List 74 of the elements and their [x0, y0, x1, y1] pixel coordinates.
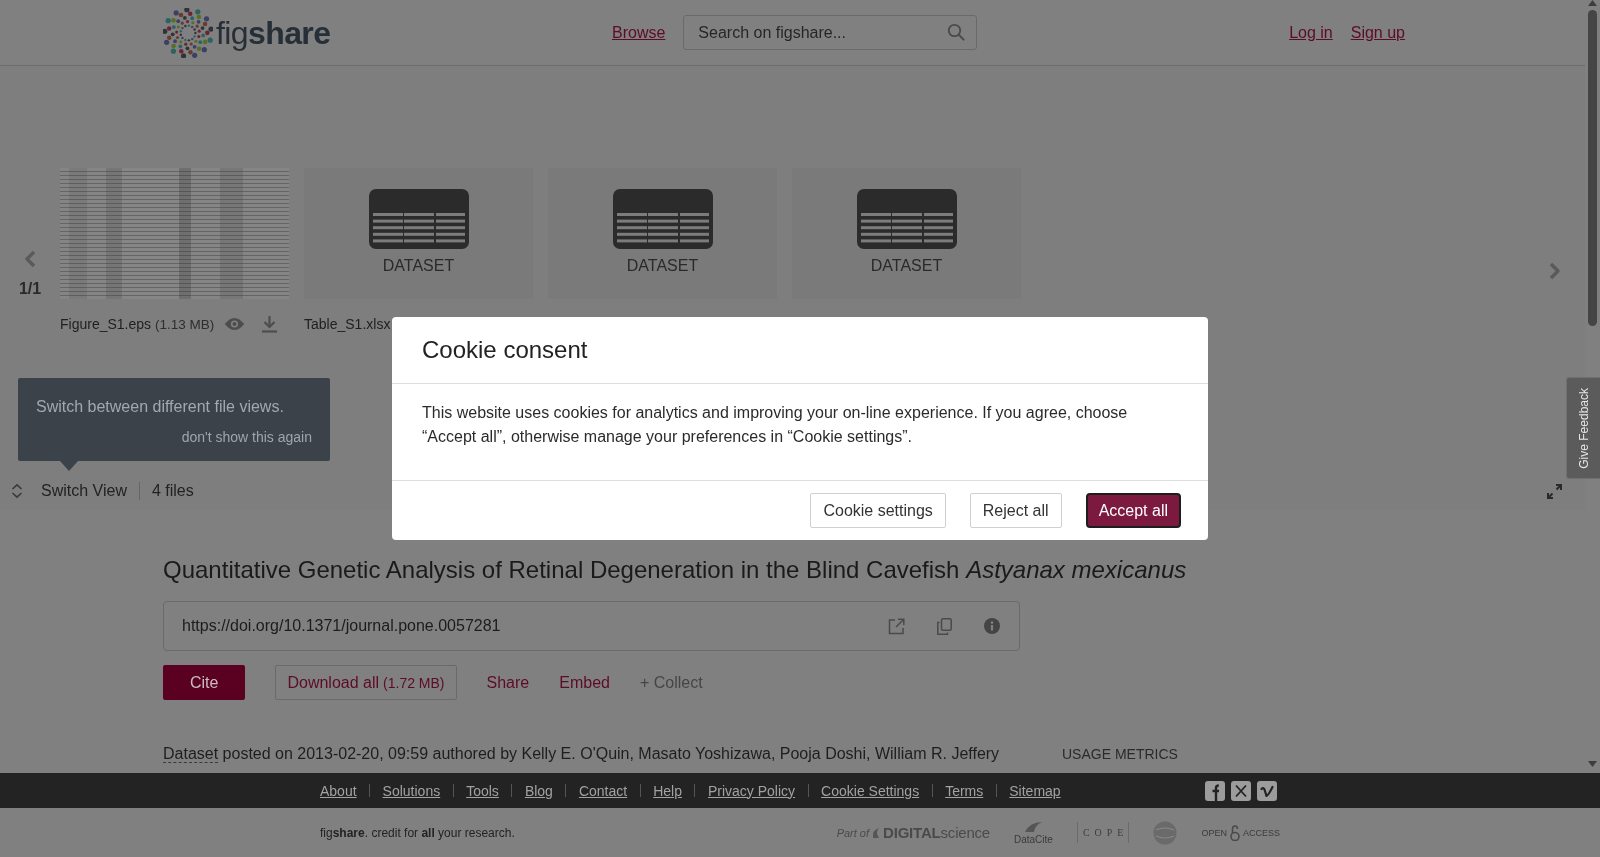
footer-link[interactable]: Help	[653, 782, 682, 799]
table-icon	[368, 189, 469, 249]
post-info: Dataset posted on 2013-02-20, 09:59 authored by Kelly E. O'Quin, Masato Yoshizawa, Pooja Doshi, William R. Jeffery	[163, 744, 1001, 764]
scroll-up-icon[interactable]	[1588, 0, 1597, 6]
file-type-label: DATASET	[870, 257, 943, 275]
figure-preview-image[interactable]	[60, 168, 289, 299]
auth-link[interactable]: Sign up	[1350, 23, 1405, 42]
partner-logo-text[interactable]: COPE	[1076, 822, 1130, 843]
dialog-button[interactable]: Accept all	[1085, 493, 1181, 528]
file-count: 4 files	[151, 482, 194, 500]
tagline: figshare. credit for all your research.	[320, 825, 515, 840]
dialog-message: This website uses cookies for analytics and improving your on-line experience. If you agree, choose “Accept all”, otherwise manage your preferences in “Cookie settings”.	[422, 403, 1129, 447]
search-field[interactable]: Search on figshare...	[683, 15, 978, 50]
open-lock-icon	[1230, 824, 1240, 841]
table-icon	[612, 189, 713, 249]
action-link[interactable]: + Collect	[639, 665, 703, 700]
scroll-down-icon[interactable]	[1588, 761, 1597, 767]
globe-icon[interactable]	[1153, 820, 1178, 845]
item-type-link[interactable]: Dataset	[163, 745, 219, 763]
partner-logo-text[interactable]: ACCESS	[1243, 827, 1280, 838]
file-tile[interactable]: DATASET	[548, 168, 777, 299]
expand-icon[interactable]	[1547, 483, 1562, 499]
x-logo-icon[interactable]	[1231, 780, 1251, 801]
swoosh-icon	[1023, 820, 1044, 833]
tooltip-text: Switch between different file views.	[36, 398, 285, 416]
switch-view-button[interactable]: Switch View	[11, 482, 127, 500]
pager-count: 1/1	[18, 280, 42, 298]
file-type-label: DATASET	[382, 257, 455, 275]
file-name[interactable]: Table_S1.xlsx	[304, 316, 391, 332]
table-icon	[856, 189, 957, 249]
feedback-tab[interactable]: Give Feedback	[1566, 377, 1600, 479]
external-link-icon[interactable]	[888, 617, 905, 635]
footer-link[interactable]: Contact	[578, 782, 628, 799]
scrollbar-thumb[interactable]	[1588, 10, 1597, 326]
fin-icon	[871, 826, 882, 839]
dialog-title: Cookie consent	[422, 335, 588, 365]
action-link[interactable]: Embed	[559, 665, 610, 700]
footer-link[interactable]: Blog	[524, 782, 553, 799]
info-icon[interactable]	[984, 618, 1000, 634]
footer-link[interactable]: Cookie Settings	[821, 782, 920, 799]
footer-link[interactable]: Privacy Policy	[707, 782, 796, 799]
file-name[interactable]: Figure_S1.eps (1.13 MB)	[60, 316, 215, 332]
file-type-label: DATASET	[626, 257, 699, 275]
dialog-button[interactable]: Cookie settings	[810, 493, 946, 528]
vimeo-icon[interactable]	[1257, 780, 1277, 801]
action-button[interactable]: Download all (1.72 MB)	[275, 665, 457, 700]
facebook-icon[interactable]	[1205, 780, 1225, 801]
logo-wordmark[interactable]: figshare	[216, 13, 331, 52]
partner-logo-text[interactable]: DataCite	[1014, 834, 1053, 845]
next-icon[interactable]	[1548, 262, 1562, 280]
partner-logo-text[interactable]: OPEN	[1201, 827, 1227, 838]
action-button[interactable]: Cite	[163, 665, 246, 700]
dismiss-link[interactable]: don't show this again	[181, 429, 312, 445]
action-link[interactable]: Share	[486, 665, 530, 700]
search-icon[interactable]	[947, 23, 966, 41]
logo-icon[interactable]	[163, 7, 213, 58]
footer-link[interactable]: About	[320, 782, 357, 799]
footer-link[interactable]: Sitemap	[1009, 782, 1061, 799]
switch-view-icon[interactable]	[11, 483, 23, 499]
usage-metrics-heading: USAGE METRICS	[1062, 746, 1178, 762]
copy-icon[interactable]	[937, 617, 952, 635]
footer-link[interactable]: Terms	[945, 782, 984, 799]
file-tile[interactable]: DATASET	[792, 168, 1021, 299]
download-icon[interactable]	[261, 315, 279, 333]
browse-link[interactable]: Browse	[612, 23, 666, 42]
item-title: Quantitative Genetic Analysis of Retinal Degeneration in the Blind Cavefish Astyanax mexicanus	[163, 555, 1187, 585]
doi-text[interactable]: https://doi.org/10.1371/journal.pone.0057281	[182, 617, 856, 635]
file-tile[interactable]: DATASET	[304, 168, 533, 299]
dialog-button[interactable]: Reject all	[969, 493, 1062, 528]
eye-icon[interactable]	[224, 317, 246, 331]
previous-icon[interactable]	[23, 250, 37, 268]
auth-link[interactable]: Log in	[1289, 23, 1333, 42]
footer-link[interactable]: Solutions	[382, 782, 441, 799]
footer-link[interactable]: Tools	[466, 782, 499, 799]
